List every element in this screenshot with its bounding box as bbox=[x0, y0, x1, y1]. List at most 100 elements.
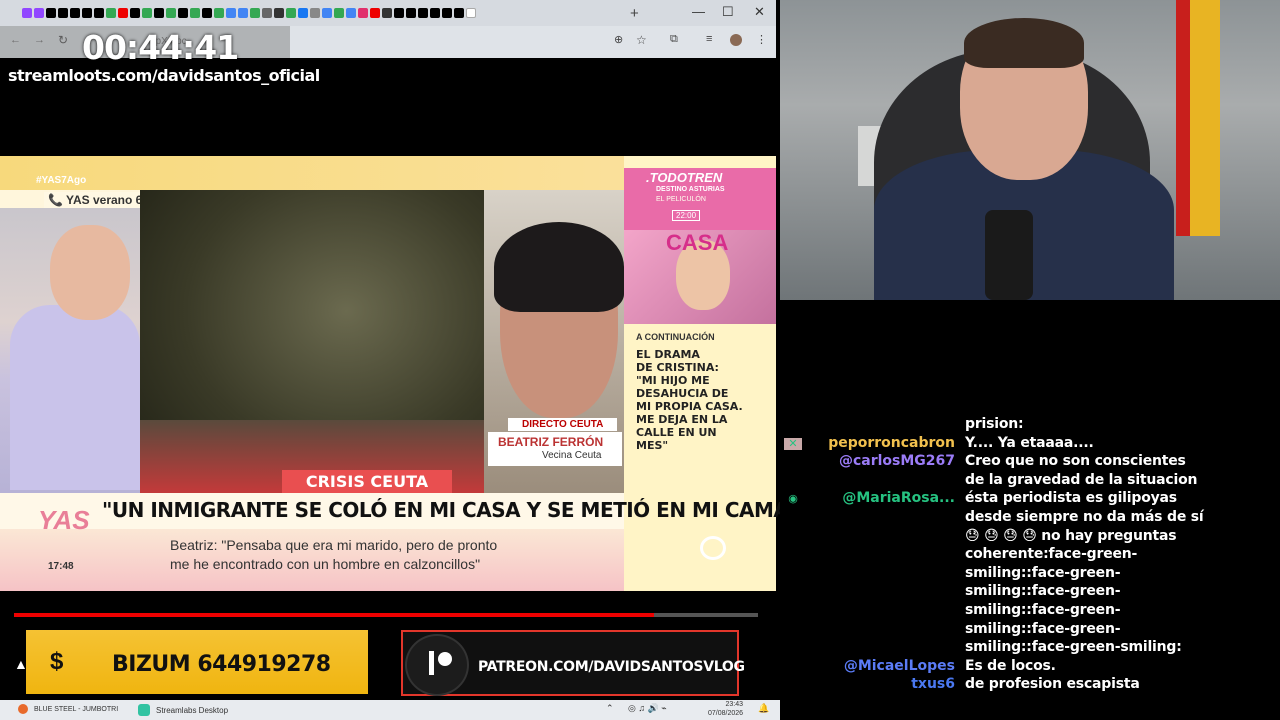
tab-favicon[interactable] bbox=[250, 8, 260, 18]
tray-chevron-icon[interactable]: ⌃ bbox=[606, 703, 614, 714]
tab-favicon[interactable] bbox=[226, 8, 236, 18]
chat-text: desde siempre no da más de sí bbox=[965, 509, 1204, 525]
tab-favicon[interactable] bbox=[166, 8, 176, 18]
chat-username[interactable]: peporroncabron bbox=[828, 435, 955, 451]
tab-x-icon[interactable] bbox=[130, 8, 140, 18]
streamlabs-icon[interactable] bbox=[138, 704, 150, 716]
tab-facebook-icon[interactable] bbox=[298, 8, 308, 18]
taskbar-item-browser[interactable]: BLUE STEEL - JUMBOTRI bbox=[34, 706, 118, 713]
patreon-text: PATREON.COM/DAVIDSANTOSVLOG bbox=[478, 659, 745, 675]
taskbar-clock[interactable]: 23:43 07/08/2026 bbox=[708, 700, 743, 718]
chat-text: de profesion escapista bbox=[965, 676, 1140, 693]
guest-name: BEATRIZ FERRÓN bbox=[498, 435, 604, 449]
microphone bbox=[985, 210, 1033, 300]
chat-text: smiling::face-green- bbox=[965, 564, 1121, 581]
tab-favicon[interactable] bbox=[334, 8, 344, 18]
menu-kebab-icon[interactable]: ⋮ bbox=[756, 33, 767, 46]
tab-x-icon[interactable] bbox=[70, 8, 80, 18]
tab-favicon[interactable] bbox=[382, 8, 392, 18]
tab-google-icon[interactable] bbox=[346, 8, 356, 18]
next-program-text: EL DRAMA DE CRISTINA: "MI HIJO ME DESAHU… bbox=[636, 348, 743, 452]
tab-favicon[interactable] bbox=[286, 8, 296, 18]
tab-favicon[interactable] bbox=[34, 8, 44, 18]
extensions-icon[interactable]: ⧉ bbox=[670, 33, 678, 46]
tab-favicon[interactable] bbox=[190, 8, 200, 18]
bookmark-star-icon[interactable]: ☆ bbox=[636, 33, 647, 47]
crisis-label: CRISIS CEUTA bbox=[282, 470, 452, 494]
close-window-button[interactable]: ✕ bbox=[754, 4, 765, 20]
tab-favicon[interactable] bbox=[238, 8, 248, 18]
guest-head bbox=[50, 225, 130, 320]
channel-logo-icon bbox=[700, 536, 726, 560]
tab-active[interactable] bbox=[466, 8, 476, 18]
tab-x-icon[interactable] bbox=[430, 8, 440, 18]
chat-text: Es de locos. bbox=[965, 657, 1056, 674]
tab-x-icon[interactable] bbox=[202, 8, 212, 18]
tab-google-icon[interactable] bbox=[322, 8, 332, 18]
tab-favicon[interactable] bbox=[310, 8, 320, 18]
crossed-x-icon: ✕ bbox=[784, 437, 802, 450]
chat-text: Creo que no son conscientes bbox=[965, 453, 1186, 470]
tab-x-icon[interactable] bbox=[154, 8, 164, 18]
tab-youtube-icon[interactable] bbox=[118, 8, 128, 18]
promo-title: .TODOTREN bbox=[646, 170, 723, 185]
promo-image-text: CASA bbox=[666, 230, 729, 255]
tab-x-icon[interactable] bbox=[94, 8, 104, 18]
promo-subtitle-2: EL PELICULÓN bbox=[656, 196, 706, 203]
new-tab-button[interactable]: + bbox=[630, 5, 639, 22]
notification-icon[interactable]: 🔔 bbox=[758, 703, 769, 714]
chat-username[interactable]: @carlosMG267 bbox=[839, 453, 955, 469]
flag-stripe-yellow bbox=[1190, 0, 1220, 236]
tray-icons[interactable]: ◎ ♫ 🔊 ⌁ bbox=[628, 703, 667, 714]
tab-x-icon[interactable] bbox=[454, 8, 464, 18]
tab-favicon[interactable] bbox=[370, 8, 380, 18]
tab-x-icon[interactable] bbox=[442, 8, 452, 18]
patreon-logo-dot bbox=[438, 652, 452, 666]
next-label: A CONTINUACIÓN bbox=[636, 332, 715, 342]
tab-x-icon[interactable] bbox=[46, 8, 56, 18]
minimize-button[interactable]: — bbox=[692, 4, 705, 19]
tab-x-icon[interactable] bbox=[178, 8, 188, 18]
tab-x-icon[interactable] bbox=[406, 8, 416, 18]
promo-time: 22:00 bbox=[672, 210, 701, 221]
tab-x-icon[interactable] bbox=[58, 8, 68, 18]
tab-x-icon[interactable] bbox=[394, 8, 404, 18]
tab-favicon[interactable] bbox=[262, 8, 272, 18]
clock-date: 07/08/2026 bbox=[708, 710, 744, 717]
chat-username[interactable]: @MicaelLopes bbox=[844, 658, 955, 674]
remote-guest-hair bbox=[494, 222, 624, 312]
clock-time: 23:43 bbox=[725, 701, 744, 708]
chat-text: Y.... Ya etaaaa.... bbox=[965, 434, 1094, 451]
maximize-button[interactable]: ☐ bbox=[722, 4, 734, 20]
media-icon[interactable]: ≡ bbox=[706, 33, 712, 45]
brave-icon[interactable] bbox=[18, 704, 28, 714]
show-hashtag: #YAS7Ago bbox=[36, 175, 87, 186]
tab-favicon[interactable] bbox=[214, 8, 224, 18]
show-clock: 17:48 bbox=[48, 561, 74, 572]
tab-instagram-icon[interactable] bbox=[358, 8, 368, 18]
chat-text: smiling::face-green- bbox=[965, 620, 1121, 637]
patreon-logo-bar bbox=[429, 651, 434, 675]
chat-username[interactable]: @MariaRosa... bbox=[842, 490, 955, 506]
streamer-hair bbox=[964, 18, 1084, 68]
tab-x-icon[interactable] bbox=[418, 8, 428, 18]
chat-text: prision: bbox=[965, 416, 1024, 432]
green-eye-icon: ◉ bbox=[788, 493, 798, 506]
chat-text: coherente:face-green- bbox=[965, 546, 1138, 563]
stream-timer: 00:44:41 bbox=[82, 28, 239, 67]
tab-x-icon[interactable] bbox=[82, 8, 92, 18]
tab-strip bbox=[0, 0, 776, 26]
show-logo: YAS bbox=[38, 505, 90, 535]
bizum-text: BIZUM 644919278 bbox=[112, 652, 331, 677]
chat-text: ésta periodista es gilipoyas bbox=[965, 490, 1177, 507]
tab-favicon[interactable] bbox=[142, 8, 152, 18]
guest-body bbox=[10, 305, 140, 490]
tab-favicon[interactable] bbox=[106, 8, 116, 18]
zoom-icon[interactable]: ⊕ bbox=[614, 33, 623, 46]
profile-avatar[interactable] bbox=[730, 34, 742, 46]
chat-username[interactable]: txus6 bbox=[911, 676, 955, 692]
tab-favicon[interactable] bbox=[22, 8, 32, 18]
live-location-label: DIRECTO CEUTA bbox=[508, 418, 618, 431]
tab-favicon[interactable] bbox=[274, 8, 284, 18]
taskbar-item-streamlabs[interactable]: Streamlabs Desktop bbox=[156, 706, 228, 715]
